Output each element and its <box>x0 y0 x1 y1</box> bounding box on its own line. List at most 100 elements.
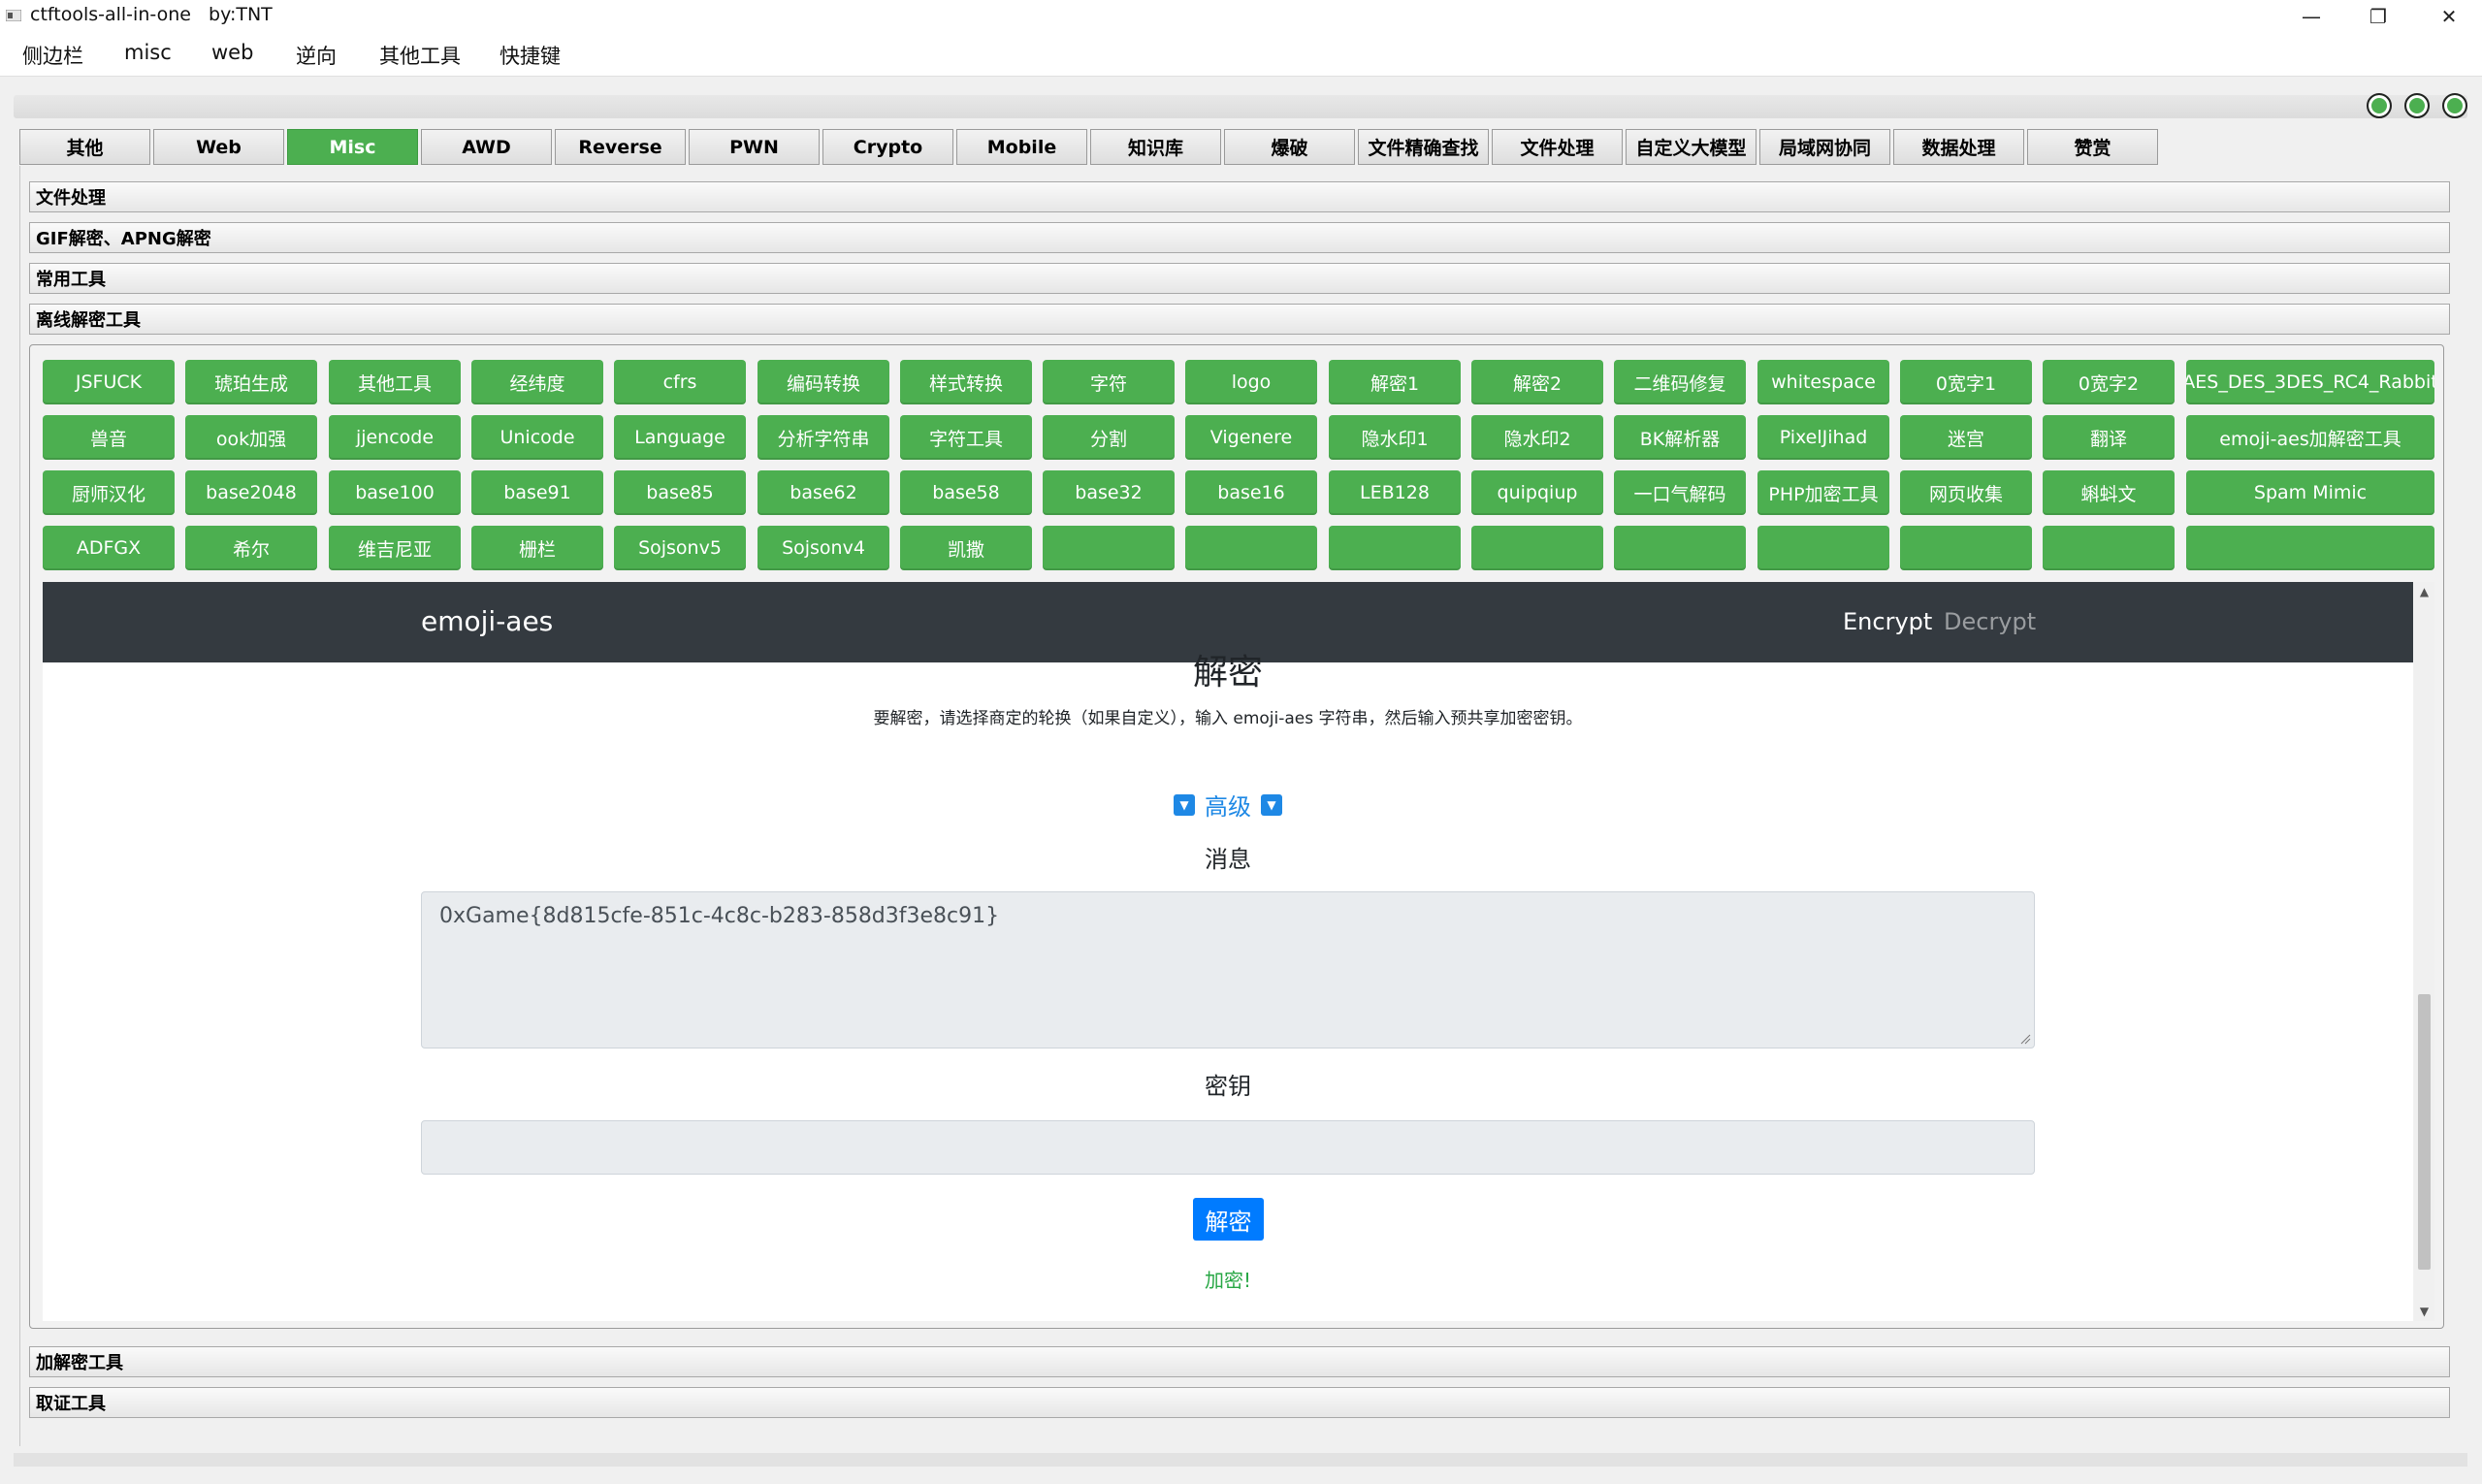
tool-button[interactable]: base62 <box>757 470 889 515</box>
tool-button[interactable]: 蝌蚪文 <box>2043 470 2175 515</box>
tool-button[interactable]: Vigenere <box>1185 415 1317 460</box>
tool-button[interactable]: 迷宫 <box>1900 415 2032 460</box>
tool-button[interactable]: PHP加密工具 <box>1757 470 1889 515</box>
scroll-up-icon[interactable]: ▲ <box>2414 582 2434 601</box>
tool-button[interactable]: 分析字符串 <box>757 415 889 460</box>
tool-button[interactable]: base2048 <box>185 470 317 515</box>
menu-web[interactable]: web <box>211 41 253 64</box>
tool-button[interactable]: 分割 <box>1043 415 1175 460</box>
menu-shortcuts[interactable]: 快捷键 <box>500 41 561 70</box>
tab-15[interactable]: 赞赏 <box>2027 129 2158 165</box>
tool-button-empty[interactable] <box>1614 526 1746 570</box>
tool-button-empty[interactable] <box>2043 526 2175 570</box>
tab-10[interactable]: 文件精确查找 <box>1358 129 1489 165</box>
menu-other-tools[interactable]: 其他工具 <box>379 41 461 70</box>
restore-button[interactable]: ❐ <box>2349 0 2407 33</box>
tool-button[interactable]: BK解析器 <box>1614 415 1746 460</box>
scroll-down-icon[interactable]: ▼ <box>2414 1302 2434 1321</box>
tool-button[interactable]: 二维码修复 <box>1614 360 1746 404</box>
tool-button[interactable]: ADFGX <box>43 526 175 570</box>
section-forensics[interactable]: 取证工具 <box>29 1387 2450 1418</box>
tool-button[interactable]: 解密1 <box>1329 360 1461 404</box>
tab-6[interactable]: Crypto <box>822 129 953 165</box>
tool-button[interactable]: base58 <box>900 470 1032 515</box>
tool-button[interactable]: Language <box>614 415 746 460</box>
tool-button[interactable]: 解密2 <box>1471 360 1603 404</box>
tool-button[interactable]: Spam Mimic <box>2186 470 2434 515</box>
tab-7[interactable]: Mobile <box>956 129 1087 165</box>
tool-button-empty[interactable] <box>1329 526 1461 570</box>
tool-button[interactable]: 希尔 <box>185 526 317 570</box>
tool-button[interactable]: emoji-aes加解密工具 <box>2186 415 2434 460</box>
tab-1[interactable]: Web <box>153 129 284 165</box>
section-file-processing[interactable]: 文件处理 <box>29 181 2450 212</box>
tab-12[interactable]: 自定义大模型 <box>1626 129 1757 165</box>
tab-0[interactable]: 其他 <box>19 129 150 165</box>
tool-button[interactable]: 编码转换 <box>757 360 889 404</box>
tool-button[interactable]: Sojsonv5 <box>614 526 746 570</box>
message-textarea[interactable]: 0xGame{8d815cfe-851c-4c8c-b283-858d3f3e8… <box>421 891 2035 1048</box>
tab-11[interactable]: 文件处理 <box>1492 129 1623 165</box>
key-input[interactable] <box>421 1120 2035 1175</box>
tool-button-empty[interactable] <box>1043 526 1175 570</box>
minimize-button[interactable]: — <box>2282 0 2340 33</box>
menu-reverse[interactable]: 逆向 <box>296 41 337 70</box>
tool-button-empty[interactable] <box>2186 526 2434 570</box>
tool-button[interactable]: 隐水印1 <box>1329 415 1461 460</box>
tool-button-empty[interactable] <box>1471 526 1603 570</box>
tool-button[interactable]: 兽音 <box>43 415 175 460</box>
tool-button[interactable]: base32 <box>1043 470 1175 515</box>
tool-button[interactable]: 字符工具 <box>900 415 1032 460</box>
advanced-toggle[interactable]: ▼ 高级 ▼ <box>43 788 2413 822</box>
menu-sidebar[interactable]: 侧边栏 <box>22 41 83 70</box>
close-button[interactable]: ✕ <box>2420 0 2478 33</box>
tab-4[interactable]: Reverse <box>555 129 686 165</box>
tool-button[interactable]: 厨师汉化 <box>43 470 175 515</box>
tool-button[interactable]: 栅栏 <box>471 526 603 570</box>
tool-button[interactable]: Unicode <box>471 415 603 460</box>
tab-3[interactable]: AWD <box>421 129 552 165</box>
tool-button[interactable]: base85 <box>614 470 746 515</box>
tool-button[interactable]: AES_DES_3DES_RC4_Rabbit <box>2186 360 2434 404</box>
tool-button-empty[interactable] <box>1900 526 2032 570</box>
tab-5[interactable]: PWN <box>689 129 820 165</box>
tab-14[interactable]: 数据处理 <box>1893 129 2024 165</box>
tool-button[interactable]: base100 <box>329 470 461 515</box>
brand-title[interactable]: emoji-aes <box>421 605 553 637</box>
tool-button-empty[interactable] <box>1757 526 1889 570</box>
tool-button[interactable]: Sojsonv4 <box>757 526 889 570</box>
tool-button[interactable]: 隐水印2 <box>1471 415 1603 460</box>
tool-button[interactable]: 维吉尼亚 <box>329 526 461 570</box>
section-gif-apng[interactable]: GIF解密、APNG解密 <box>29 222 2450 253</box>
tab-8[interactable]: 知识库 <box>1090 129 1221 165</box>
tool-button[interactable]: ook加强 <box>185 415 317 460</box>
tool-button[interactable]: LEB128 <box>1329 470 1461 515</box>
tool-button-empty[interactable] <box>1185 526 1317 570</box>
tool-button[interactable]: logo <box>1185 360 1317 404</box>
tool-button[interactable]: cfrs <box>614 360 746 404</box>
tool-button[interactable]: 网页收集 <box>1900 470 2032 515</box>
webview-scrollbar[interactable]: ▲ ▼ <box>2414 582 2434 1321</box>
tool-button[interactable]: jjencode <box>329 415 461 460</box>
tool-button[interactable]: 翻译 <box>2043 415 2175 460</box>
tool-button[interactable]: 凯撒 <box>900 526 1032 570</box>
tool-button[interactable]: JSFUCK <box>43 360 175 404</box>
tool-button[interactable]: 0宽字1 <box>1900 360 2032 404</box>
tool-button[interactable]: 其他工具 <box>329 360 461 404</box>
tool-button[interactable]: PixelJihad <box>1757 415 1889 460</box>
tool-button[interactable]: 字符 <box>1043 360 1175 404</box>
resize-grip-icon[interactable] <box>2019 1033 2031 1045</box>
tab-9[interactable]: 爆破 <box>1224 129 1355 165</box>
circle-button-2[interactable] <box>2404 93 2430 118</box>
tool-button[interactable]: 经纬度 <box>471 360 603 404</box>
section-offline-decrypt[interactable]: 离线解密工具 <box>29 304 2450 335</box>
tool-button[interactable]: 琥珀生成 <box>185 360 317 404</box>
decrypt-button[interactable]: 解密 <box>1193 1198 1264 1241</box>
advanced-label[interactable]: 高级 <box>1205 788 1251 822</box>
tool-button[interactable]: whitespace <box>1757 360 1889 404</box>
tab-2[interactable]: Misc <box>287 129 418 165</box>
section-common-tools[interactable]: 常用工具 <box>29 263 2450 294</box>
tool-button[interactable]: quipqiup <box>1471 470 1603 515</box>
scroll-thumb[interactable] <box>2418 994 2431 1270</box>
nav-decrypt-link[interactable]: Decrypt <box>1944 608 2036 635</box>
